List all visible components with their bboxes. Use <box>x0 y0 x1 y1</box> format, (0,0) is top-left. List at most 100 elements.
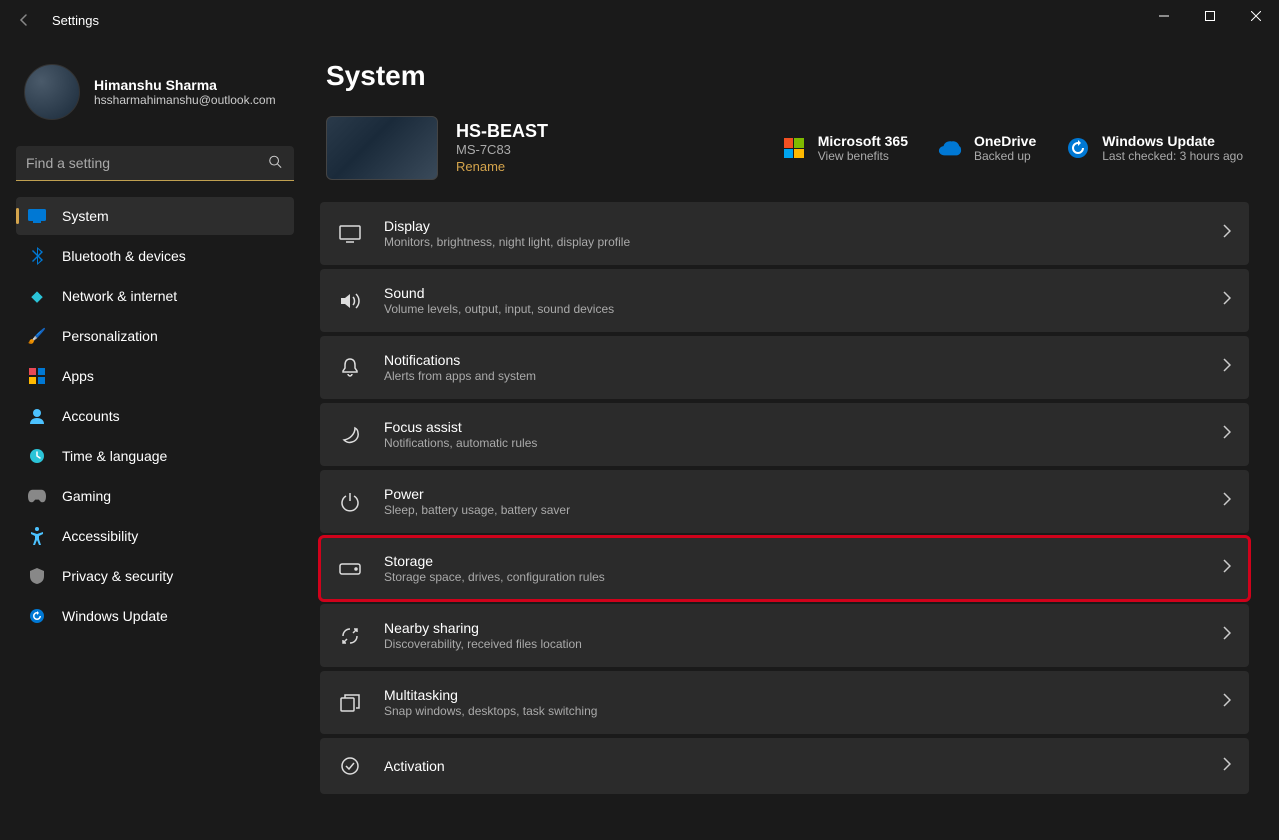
nearby-icon <box>338 624 362 648</box>
onedrive-icon <box>938 136 962 160</box>
rename-link[interactable]: Rename <box>456 159 505 174</box>
device-thumbnail <box>326 116 438 180</box>
nav-item-gaming[interactable]: Gaming <box>16 477 294 515</box>
setting-title: Nearby sharing <box>384 620 1201 636</box>
nav-item-privacy[interactable]: Privacy & security <box>16 557 294 595</box>
windows-update-icon <box>1066 136 1090 160</box>
privacy-icon <box>28 567 46 585</box>
tile-title: OneDrive <box>974 133 1036 149</box>
setting-item-focus[interactable]: Focus assistNotifications, automatic rul… <box>320 403 1249 466</box>
setting-desc: Snap windows, desktops, task switching <box>384 704 1201 718</box>
system-header: HS-BEAST MS-7C83 Rename Microsoft 365 Vi… <box>320 114 1249 202</box>
page-title: System <box>320 60 1249 92</box>
microsoft-365-icon <box>782 136 806 160</box>
chevron-right-icon <box>1223 224 1231 243</box>
system-icon <box>28 207 46 225</box>
setting-item-power[interactable]: PowerSleep, battery usage, battery saver <box>320 470 1249 533</box>
user-profile[interactable]: Himanshu Sharma hssharmahimanshu@outlook… <box>16 50 294 138</box>
nav-item-network[interactable]: ◆Network & internet <box>16 277 294 315</box>
nav-list: System Bluetooth & devices ◆Network & inte… <box>16 197 294 635</box>
setting-item-nearby[interactable]: Nearby sharingDiscoverability, received … <box>320 604 1249 667</box>
maximize-button[interactable] <box>1187 0 1233 32</box>
chevron-right-icon <box>1223 492 1231 511</box>
gaming-icon <box>28 487 46 505</box>
nav-label: Privacy & security <box>62 568 173 584</box>
chevron-right-icon <box>1223 559 1231 578</box>
nav-label: Accessibility <box>62 528 138 544</box>
tile-subtitle: Last checked: 3 hours ago <box>1102 149 1243 163</box>
nav-label: Gaming <box>62 488 111 504</box>
setting-title: Activation <box>384 758 1201 774</box>
chevron-right-icon <box>1223 626 1231 645</box>
focus-icon <box>338 423 362 447</box>
apps-icon <box>28 367 46 385</box>
chevron-right-icon <box>1223 693 1231 712</box>
setting-item-storage[interactable]: StorageStorage space, drives, configurat… <box>320 537 1249 600</box>
chevron-right-icon <box>1223 358 1231 377</box>
setting-desc: Discoverability, received files location <box>384 637 1201 651</box>
nav-item-time[interactable]: Time & language <box>16 437 294 475</box>
nav-label: Apps <box>62 368 94 384</box>
main-content: System HS-BEAST MS-7C83 Rename Microsoft… <box>310 40 1279 840</box>
nav-item-system[interactable]: System <box>16 197 294 235</box>
bluetooth-icon <box>28 247 46 265</box>
notifications-icon <box>338 356 362 380</box>
nav-label: Accounts <box>62 408 120 424</box>
setting-item-activation[interactable]: Activation <box>320 738 1249 794</box>
setting-title: Power <box>384 486 1201 502</box>
nav-label: Windows Update <box>62 608 168 624</box>
nav-label: System <box>62 208 109 224</box>
setting-item-multitasking[interactable]: MultitaskingSnap windows, desktops, task… <box>320 671 1249 734</box>
back-button[interactable] <box>8 4 40 36</box>
nav-item-update[interactable]: Windows Update <box>16 597 294 635</box>
onedrive-tile[interactable]: OneDrive Backed up <box>938 133 1036 163</box>
user-email: hssharmahimanshu@outlook.com <box>94 93 276 107</box>
chevron-right-icon <box>1223 757 1231 776</box>
multitasking-icon <box>338 691 362 715</box>
display-icon <box>338 222 362 246</box>
nav-item-apps[interactable]: Apps <box>16 357 294 395</box>
nav-item-bluetooth[interactable]: Bluetooth & devices <box>16 237 294 275</box>
setting-title: Display <box>384 218 1201 234</box>
activation-icon <box>338 754 362 778</box>
device-model: MS-7C83 <box>456 142 676 157</box>
nav-label: Network & internet <box>62 288 177 304</box>
device-info: HS-BEAST MS-7C83 Rename <box>456 121 676 176</box>
nav-item-accounts[interactable]: Accounts <box>16 397 294 435</box>
accounts-icon <box>28 407 46 425</box>
window-title: Settings <box>52 13 99 28</box>
settings-list: DisplayMonitors, brightness, night light… <box>320 202 1249 794</box>
microsoft-365-tile[interactable]: Microsoft 365 View benefits <box>782 133 908 163</box>
close-button[interactable] <box>1233 0 1279 32</box>
windows-update-tile[interactable]: Windows Update Last checked: 3 hours ago <box>1066 133 1243 163</box>
search-icon <box>268 154 282 173</box>
setting-item-display[interactable]: DisplayMonitors, brightness, night light… <box>320 202 1249 265</box>
sidebar: Himanshu Sharma hssharmahimanshu@outlook… <box>0 40 310 840</box>
search-input[interactable] <box>16 146 294 181</box>
setting-title: Multitasking <box>384 687 1201 703</box>
setting-desc: Notifications, automatic rules <box>384 436 1201 450</box>
setting-item-notifications[interactable]: NotificationsAlerts from apps and system <box>320 336 1249 399</box>
minimize-button[interactable] <box>1141 0 1187 32</box>
setting-title: Focus assist <box>384 419 1201 435</box>
power-icon <box>338 490 362 514</box>
setting-title: Storage <box>384 553 1201 569</box>
nav-label: Bluetooth & devices <box>62 248 186 264</box>
setting-desc: Monitors, brightness, night light, displ… <box>384 235 1201 249</box>
personalization-icon: 🖌️ <box>28 327 46 345</box>
setting-item-sound[interactable]: SoundVolume levels, output, input, sound… <box>320 269 1249 332</box>
sound-icon <box>338 289 362 313</box>
chevron-right-icon <box>1223 425 1231 444</box>
nav-label: Personalization <box>62 328 158 344</box>
device-name: HS-BEAST <box>456 121 676 142</box>
nav-item-personalization[interactable]: 🖌️ Personalization <box>16 317 294 355</box>
setting-desc: Storage space, drives, configuration rul… <box>384 570 1201 584</box>
nav-item-accessibility[interactable]: Accessibility <box>16 517 294 555</box>
update-icon <box>28 607 46 625</box>
user-name: Himanshu Sharma <box>94 77 276 93</box>
setting-desc: Alerts from apps and system <box>384 369 1201 383</box>
chevron-right-icon <box>1223 291 1231 310</box>
tile-subtitle: Backed up <box>974 149 1036 163</box>
setting-title: Notifications <box>384 352 1201 368</box>
storage-icon <box>338 557 362 581</box>
